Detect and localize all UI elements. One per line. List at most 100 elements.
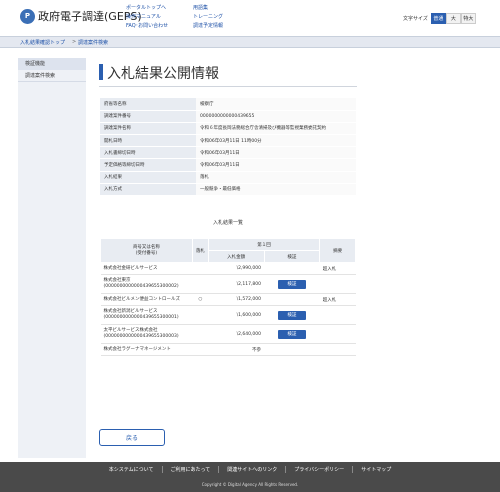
remarks-cell [319,343,356,356]
verify-cell [264,262,320,275]
winner-cell [192,324,209,344]
sidebar-heading-verification: 検証機能 [18,58,86,70]
detail-value: 令和06年03月11日 [196,146,356,160]
winner-cell [192,274,209,294]
remarks-cell [319,305,356,325]
detail-label: 調達案件名称 [100,122,196,136]
font-size-large-button[interactable]: 大 [445,13,461,24]
footer-links: 本システムについて ご利用にあたって 関連サイトへのリンク プライバシーポリシー サイト… [0,466,500,473]
winner-cell: ○ [192,293,209,306]
table-row: 株式会社ビルメン便益コントロールズ ○ \1,572,000 超入札 [100,293,356,306]
detail-label: 入札方式 [100,183,196,197]
col-verify: 検証 [263,250,321,263]
table-row: 株式会社東京 (0000000000000439655300002) \2,117,… [100,274,356,294]
procurement-plan-link[interactable]: 調達予定情報 [193,22,223,31]
back-button[interactable]: 戻る [99,429,165,446]
verify-cell: 検証 [264,305,320,325]
detail-label: 入札書締切日時 [100,146,196,160]
font-size-switcher: 文字サイズ 普通 大 特大 [403,13,476,24]
case-detail-table: 府省等名称 検察庁 調達案件番号 0000000000000439655 調達案件名称令… [100,98,356,197]
footer-link[interactable]: サイトマップ [352,466,399,473]
table-row: 株式会社ラグーナマネージメント 不参 [100,343,356,356]
company-name: 株式会社ラグーナマネージメント [103,346,171,352]
detail-row: 調達案件名称 令和６年度長岡法務総合庁舎清掃及び機器等監視業務委託契約 [100,122,356,136]
verify-button[interactable]: 検証 [277,279,306,289]
remarks-cell: 超入札 [319,262,356,275]
geps-logo-icon: P [20,8,35,24]
detail-value: 落札 [196,171,356,184]
glossary-link[interactable]: 用語集 [193,4,223,13]
portal-top-link[interactable]: ポータルトップへ [126,4,168,13]
company-cell: 株式会社ラグーナマネージメント [100,343,193,356]
bid-results-table: 商号又は名称 (受付番号) 落札 第１回 摘要 入札金額 検証 株式会社金研ビル… [100,238,356,356]
detail-label: 開札日時 [100,134,196,148]
page-title: 入札結果公開情報 [107,66,219,82]
col-amount: 入札金額 [207,250,265,263]
detail-label: 予定価格等締切日時 [100,158,196,172]
company-cell: 株式会社金研ビルサービス [100,262,193,275]
registration-number: (0000000000000439655300003) [103,334,179,339]
remarks-cell [319,274,356,294]
company-name: 株式会社ビルメン便益コントロールズ [103,296,181,302]
detail-label: 調達案件番号 [100,110,196,123]
detail-row: 入札書締切日時 令和06年03月11日 [100,146,356,160]
table-row: 株式会社金研ビルサービス \2,990,000 超入札 [100,262,356,275]
verify-button[interactable]: 検証 [277,310,306,320]
verify-cell [264,293,320,306]
detail-row: 調達案件番号 0000000000000439655 [100,110,356,123]
breadcrumb-bid-result-top[interactable]: 入札結果確認トップ [20,39,65,46]
bid-amount: \2,117,800 [208,274,264,294]
bid-amount: \2,990,000 [208,262,264,275]
sidebar: 検証機能 調達案件検索 [18,58,86,458]
site-footer: 本システムについて ご利用にあたって 関連サイトへのリンク プライバシーポリシー サイト… [0,462,500,492]
sidebar-item-case-search[interactable]: 調達案件検索 [18,70,86,82]
table-row: 太平ビルサービス株式会社 (0000000000000439655300003) \… [100,324,356,344]
verify-cell: 検証 [264,274,320,294]
breadcrumb: 入札結果確認トップ > 調達案件検索 [0,36,500,48]
detail-value: 令和06年03月11日 [196,158,356,172]
detail-row: 予定価格等締切日時 令和06年03月11日 [100,158,356,172]
company-cell: 株式会社新潟ビルサービス (0000000000000439655300001) [100,305,193,325]
verify-button[interactable]: 検証 [277,329,306,339]
verify-cell [264,343,320,356]
verify-cell: 検証 [264,324,320,344]
detail-label: 入札結果 [100,171,196,184]
font-size-xlarge-button[interactable]: 特大 [460,13,476,24]
breadcrumb-case-search[interactable]: 調達案件検索 [78,39,108,46]
col-winner: 落札 [191,238,209,263]
footer-link[interactable]: 本システムについて [101,466,162,473]
results-caption: 入札結果一覧 [212,220,243,226]
site-logo[interactable]: P 政府電子調達(GEPS) [20,8,142,24]
detail-value: 一般競争・最低価格 [196,183,356,197]
title-divider [99,86,357,87]
table-row: 株式会社新潟ビルサービス (0000000000000439655300001) \… [100,305,356,325]
detail-row: 開札日時 令和06年03月11日 11時00分 [100,134,356,148]
bid-amount: \1,572,000 [208,293,264,306]
training-link[interactable]: トレーニング [193,13,223,22]
col-remarks: 摘要 [319,238,356,263]
detail-value: 令和06年03月11日 11時00分 [196,134,356,148]
winner-cell [192,262,209,275]
manual-link[interactable]: 操作マニュアル [126,13,168,22]
remarks-cell: 超入札 [319,293,356,306]
footer-link[interactable]: ご利用にあたって [161,466,219,473]
company-cell: 株式会社ビルメン便益コントロールズ [100,293,193,306]
detail-row: 入札方式 一般競争・最低価格 [100,183,356,197]
title-accent-bar [99,64,103,80]
faq-link[interactable]: FAQ･お問い合わせ [126,22,168,31]
breadcrumb-separator: > [72,39,77,45]
font-size-normal-button[interactable]: 普通 [430,13,446,24]
company-name: 株式会社金研ビルサービス [103,265,158,271]
company-cell: 株式会社東京 (0000000000000439655300002) [100,274,193,294]
winner-cell [192,305,209,325]
winner-cell [192,343,209,356]
detail-label: 府省等名称 [100,98,196,111]
footer-link[interactable]: 関連サイトへのリンク [218,466,285,473]
registration-number: (0000000000000439655300002) [103,284,179,289]
header-links-primary: ポータルトップへ 操作マニュアル FAQ･お問い合わせ [126,4,168,31]
detail-value: 0000000000000439655 [196,110,356,123]
footer-link[interactable]: プライバシーポリシー [285,466,352,473]
col-company: 商号又は名称 (受付番号) [100,238,193,263]
bid-amount: \1,600,000 [208,305,264,325]
remarks-cell [319,324,356,344]
